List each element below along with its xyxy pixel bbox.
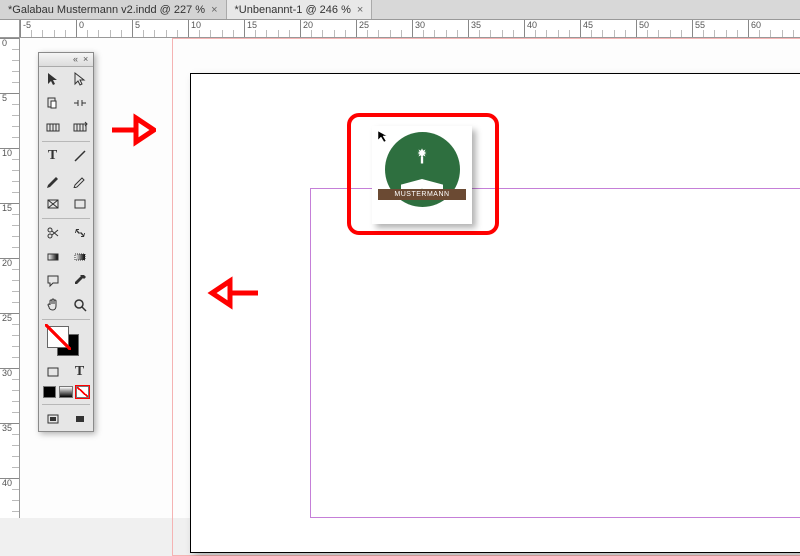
format-container-button[interactable] bbox=[39, 360, 66, 384]
rectangle-frame-tool[interactable] bbox=[39, 192, 66, 216]
ruler-tick: 35 bbox=[0, 423, 19, 433]
tab-document-2[interactable]: *Unbenannt-1 @ 246 % × bbox=[227, 0, 373, 19]
apply-none-button[interactable] bbox=[76, 386, 89, 398]
place-cursor-icon bbox=[377, 130, 391, 147]
view-preview-button[interactable] bbox=[66, 407, 93, 431]
ruler-tick: -5 bbox=[20, 20, 31, 37]
ruler-origin[interactable] bbox=[0, 20, 20, 38]
gap-tool[interactable] bbox=[66, 91, 93, 115]
tab-label: *Unbenannt-1 @ 246 % bbox=[235, 4, 351, 16]
tab-document-1[interactable]: *Galabau Mustermann v2.indd @ 227 % × bbox=[0, 0, 227, 19]
apply-color-button[interactable] bbox=[43, 386, 56, 398]
tools-panel[interactable]: « × T T bbox=[38, 52, 94, 432]
annotation-arrow-right bbox=[108, 110, 156, 150]
ruler-tick: 0 bbox=[76, 20, 84, 37]
logo-ribbon: MUSTERMANN bbox=[378, 189, 466, 200]
gradient-feather-tool[interactable] bbox=[66, 245, 93, 269]
vertical-ruler[interactable]: 0 5 10 15 20 25 30 35 40 bbox=[0, 38, 20, 518]
document-canvas[interactable]: MUSTERMANN bbox=[20, 38, 800, 518]
line-tool[interactable] bbox=[66, 144, 93, 168]
fill-swatch[interactable] bbox=[47, 326, 69, 348]
ruler-tick: 40 bbox=[0, 478, 19, 488]
free-transform-tool[interactable] bbox=[66, 221, 93, 245]
gradient-swatch-tool[interactable] bbox=[39, 245, 66, 269]
document-tabs: *Galabau Mustermann v2.indd @ 227 % × *U… bbox=[0, 0, 800, 20]
close-icon[interactable]: × bbox=[357, 4, 363, 16]
ruler-tick: 5 bbox=[132, 20, 140, 37]
annotation-arrow-left bbox=[206, 273, 262, 313]
page-tool[interactable] bbox=[39, 91, 66, 115]
pencil-tool[interactable] bbox=[66, 168, 93, 192]
close-icon[interactable]: × bbox=[211, 4, 217, 16]
note-tool[interactable] bbox=[39, 269, 66, 293]
zoom-tool[interactable] bbox=[66, 293, 93, 317]
ruler-tick: 15 bbox=[0, 203, 19, 213]
horizontal-ruler[interactable]: -5051015202530354045505560 bbox=[20, 20, 800, 38]
direct-selection-tool[interactable] bbox=[66, 67, 93, 91]
ruler-tick: 0 bbox=[0, 38, 19, 48]
collapse-icon[interactable]: « bbox=[73, 56, 80, 63]
panel-header[interactable]: « × bbox=[39, 53, 93, 67]
close-icon[interactable]: × bbox=[83, 56, 90, 63]
ruler-tick: 30 bbox=[0, 368, 19, 378]
tree-icon bbox=[408, 146, 436, 181]
view-normal-button[interactable] bbox=[39, 407, 66, 431]
text-frame[interactable] bbox=[310, 188, 800, 518]
content-placer-tool[interactable] bbox=[66, 115, 93, 139]
eyedropper-tool[interactable] bbox=[66, 269, 93, 293]
rectangle-tool[interactable] bbox=[66, 192, 93, 216]
ruler-tick: 10 bbox=[0, 148, 19, 158]
pen-tool[interactable] bbox=[39, 168, 66, 192]
scissors-tool[interactable] bbox=[39, 221, 66, 245]
hand-tool[interactable] bbox=[39, 293, 66, 317]
ruler-tick: 5 bbox=[0, 93, 19, 103]
type-tool[interactable]: T bbox=[39, 144, 66, 168]
ruler-tick: 25 bbox=[0, 313, 19, 323]
content-collector-tool[interactable] bbox=[39, 115, 66, 139]
selection-tool[interactable] bbox=[39, 67, 66, 91]
format-text-button[interactable]: T bbox=[66, 360, 93, 384]
fill-stroke-swatch[interactable] bbox=[39, 322, 93, 360]
ruler-tick: 20 bbox=[0, 258, 19, 268]
apply-gradient-button[interactable] bbox=[59, 386, 72, 398]
tab-label: *Galabau Mustermann v2.indd @ 227 % bbox=[8, 4, 205, 16]
